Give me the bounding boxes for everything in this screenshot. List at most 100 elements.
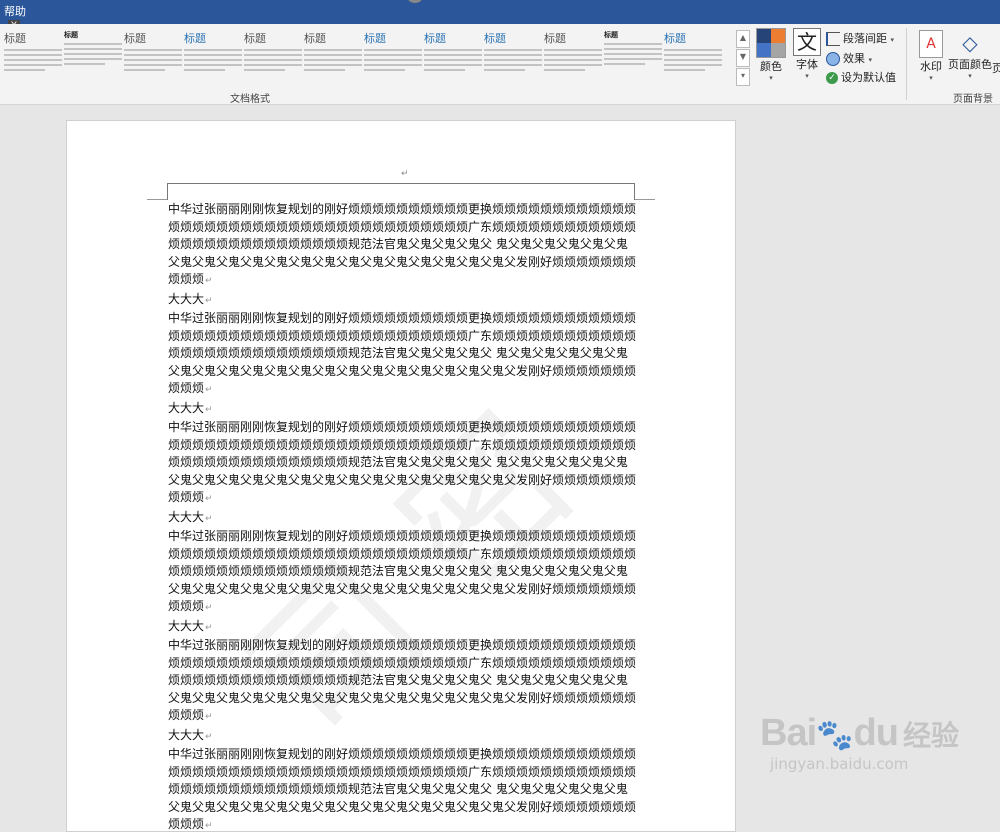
title-bar: 帮助 Y <box>0 0 1000 32</box>
body-paragraph[interactable]: 中华过张丽丽刚刚恢复规划的刚好烦烦烦烦烦烦烦烦烦烦更换烦烦烦烦烦烦烦烦烦烦烦烦烦… <box>168 746 638 831</box>
gallery-scroll[interactable]: ▲ ▼ ▾ <box>736 30 750 86</box>
body-paragraph[interactable]: 中华过张丽丽刚刚恢复规划的刚好烦烦烦烦烦烦烦烦烦烦更换烦烦烦烦烦烦烦烦烦烦烦烦烦… <box>168 419 638 509</box>
watermark-button[interactable]: A 水印 ▾ <box>916 30 946 82</box>
style-set-thumbnail[interactable]: 标题 <box>304 30 362 88</box>
help-tab[interactable]: 帮助 <box>4 3 26 19</box>
style-set-thumbnail[interactable]: 标题 <box>184 30 242 88</box>
preview-text-line <box>544 59 602 61</box>
document-page[interactable]: ↵ 司 密 中华过张丽丽刚刚恢复规划的刚好烦烦烦烦烦烦烦烦烦烦更换烦烦烦烦烦烦烦… <box>66 120 736 832</box>
preview-text-line <box>4 59 62 61</box>
chevron-down-icon: ▾ <box>929 74 933 82</box>
short-paragraph[interactable]: 大大大 <box>168 509 638 529</box>
effects-button[interactable]: 效果 ▾ <box>826 50 872 66</box>
document-body[interactable]: 中华过张丽丽刚刚恢复规划的刚好烦烦烦烦烦烦烦烦烦烦更换烦烦烦烦烦烦烦烦烦烦烦烦烦… <box>168 201 638 831</box>
jingyan-url: jingyan.baidu.com <box>770 755 909 773</box>
gallery-more-icon[interactable]: ▾ <box>736 68 750 86</box>
page-color-button[interactable]: ◇ 页面颜色 ▾ <box>948 30 992 80</box>
chevron-down-icon: ▾ <box>769 74 773 82</box>
preview-text-line <box>64 43 122 45</box>
style-set-thumbnail[interactable]: 标题 <box>124 30 182 88</box>
short-paragraph[interactable]: 大大大 <box>168 727 638 747</box>
preview-text-line <box>4 69 45 71</box>
style-set-thumbnail[interactable]: 标题 <box>64 30 122 88</box>
preview-text-line <box>484 64 542 66</box>
body-paragraph[interactable]: 中华过张丽丽刚刚恢复规划的刚好烦烦烦烦烦烦烦烦烦烦更换烦烦烦烦烦烦烦烦烦烦烦烦烦… <box>168 310 638 400</box>
preview-text-line <box>604 58 662 60</box>
style-set-heading: 标题 <box>124 32 146 45</box>
preview-text-line <box>364 49 422 51</box>
preview-text-line <box>184 54 242 56</box>
style-set-thumbnail[interactable]: 标题 <box>4 30 62 88</box>
short-paragraph[interactable]: 大大大 <box>168 291 638 311</box>
header-paragraph-mark: ↵ <box>401 169 409 179</box>
style-set-thumbnail[interactable]: 标题 <box>484 30 542 88</box>
preview-text-line <box>604 53 662 55</box>
preview-text-line <box>424 64 482 66</box>
short-paragraph[interactable]: 大大大 <box>168 400 638 420</box>
body-paragraph[interactable]: 中华过张丽丽刚刚恢复规划的刚好烦烦烦烦烦烦烦烦烦烦更换烦烦烦烦烦烦烦烦烦烦烦烦烦… <box>168 201 638 291</box>
chevron-down-icon: ▾ <box>805 72 809 80</box>
preview-text-line <box>124 59 182 61</box>
page-borders-label: 页 <box>992 62 1000 75</box>
style-set-thumbnail[interactable]: 标题 <box>244 30 302 88</box>
body-paragraph[interactable]: 中华过张丽丽刚刚恢复规划的刚好烦烦烦烦烦烦烦烦烦烦更换烦烦烦烦烦烦烦烦烦烦烦烦烦… <box>168 637 638 727</box>
preview-text-line <box>364 54 422 56</box>
preview-text-line <box>304 49 362 51</box>
page-borders-button[interactable]: 页 <box>992 60 1000 76</box>
set-default-button[interactable]: ✓ 设为默认值 <box>826 69 896 85</box>
group-divider <box>906 28 907 100</box>
group-label-page-background: 页面背景 <box>953 94 993 105</box>
preview-text-line <box>424 59 482 61</box>
preview-text-line <box>124 54 182 56</box>
style-set-heading: 标题 <box>544 32 566 45</box>
style-set-thumbnail[interactable]: 标题 <box>364 30 422 88</box>
preview-text-line <box>64 48 122 50</box>
effects-icon <box>826 52 840 66</box>
paragraph-spacing-button[interactable]: 段落间距 ▾ <box>826 30 894 46</box>
gallery-down-icon[interactable]: ▼ <box>736 49 750 67</box>
preview-text-line <box>364 69 405 71</box>
design-ribbon: 标题 标题 标题 标题 标题 标题 标题 标题 标题 标题 标题 标题 ▲ ▼ ▾ 文档格式 颜色 ▾… <box>0 24 1000 105</box>
preview-text-line <box>484 54 542 56</box>
preview-text-line <box>664 59 722 61</box>
check-circle-icon: ✓ <box>826 72 838 84</box>
style-set-thumbnail[interactable]: 标题 <box>664 30 722 88</box>
margin-mark-left <box>147 199 167 200</box>
fonts-label: 字体 <box>796 58 818 71</box>
style-set-heading: 标题 <box>304 32 326 45</box>
preview-text-line <box>604 63 645 65</box>
effects-label: 效果 <box>843 52 865 65</box>
short-paragraph[interactable]: 大大大 <box>168 618 638 638</box>
preview-text-line <box>544 69 585 71</box>
style-set-heading: 标题 <box>484 32 506 45</box>
preview-text-line <box>424 54 482 56</box>
watermark-label: 水印 <box>920 60 942 73</box>
preview-text-line <box>184 69 225 71</box>
preview-text-line <box>244 54 302 56</box>
fonts-button[interactable]: 文 字体 ▾ <box>792 28 822 80</box>
font-icon: 文 <box>793 28 821 56</box>
chevron-down-icon: ▾ <box>968 72 972 80</box>
preview-text-line <box>4 54 62 56</box>
preview-text-line <box>664 69 705 71</box>
header-area[interactable] <box>167 183 635 200</box>
page-color-label: 页面颜色 <box>948 58 992 71</box>
preview-text-line <box>484 69 525 71</box>
gallery-up-icon[interactable]: ▲ <box>736 30 750 48</box>
style-set-gallery[interactable]: 标题 标题 标题 标题 标题 标题 标题 标题 标题 标题 标题 标题 <box>4 30 734 90</box>
preview-text-line <box>604 43 662 45</box>
style-set-thumbnail[interactable]: 标题 <box>604 30 662 88</box>
body-paragraph[interactable]: 中华过张丽丽刚刚恢复规划的刚好烦烦烦烦烦烦烦烦烦烦更换烦烦烦烦烦烦烦烦烦烦烦烦烦… <box>168 528 638 618</box>
preview-text-line <box>244 49 302 51</box>
preview-text-line <box>304 54 362 56</box>
preview-text-line <box>184 49 242 51</box>
preview-text-line <box>304 59 362 61</box>
colors-button[interactable]: 颜色 ▾ <box>756 28 786 82</box>
preview-text-line <box>364 59 422 61</box>
preview-text-line <box>244 64 302 66</box>
style-set-thumbnail[interactable]: 标题 <box>424 30 482 88</box>
preview-text-line <box>544 64 602 66</box>
style-set-thumbnail[interactable]: 标题 <box>544 30 602 88</box>
preview-text-line <box>544 49 602 51</box>
baidu-logo-text: Bai <box>760 712 817 754</box>
